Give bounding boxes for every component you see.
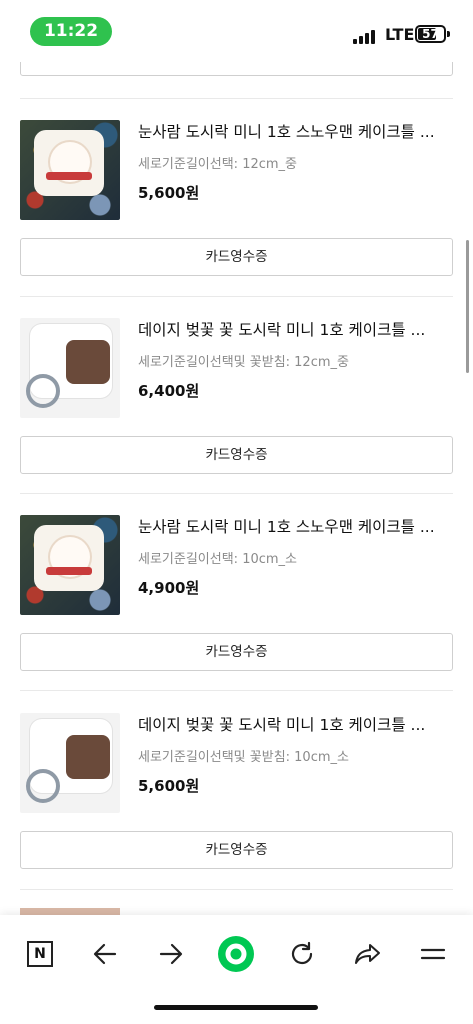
product-title[interactable]: 눈사람 도시락 미니 1호 스노우맨 케이크틀 ... [138,515,458,537]
product-thumbnail[interactable] [20,515,120,615]
product-option: 세로기준길이선택및 꽃받침: 12cm_중 [138,355,349,370]
divider [20,98,453,99]
product-thumbnail[interactable] [20,713,120,813]
list-item: 눈사람 도시락 미니 1호 스노우맨 케이크틀 ... 세로기준길이선택: 10… [0,515,473,671]
product-thumbnail[interactable] [20,318,120,418]
card-receipt-button[interactable]: 카드영수증 [20,831,453,869]
back-arrow-icon[interactable] [85,934,125,974]
list-item: 데이지 벚꽃 꽃 도시락 미니 1호 케이크틀 ... 세로기준길이선택및 꽃받… [0,713,473,869]
battery-icon: 57 [415,25,446,43]
product-thumbnail[interactable] [20,120,120,220]
share-icon[interactable] [348,934,388,974]
divider [20,690,453,691]
product-thumbnail-partial[interactable] [20,908,120,915]
divider [20,889,453,890]
divider [20,493,453,494]
product-price: 4,900원 [138,579,200,597]
card-receipt-button[interactable]: 카드영수증 [20,436,453,474]
product-option: 세로기준길이선택: 12cm_중 [138,157,298,172]
product-price: 5,600원 [138,777,200,795]
divider [20,296,453,297]
network-label: LTE [385,25,415,44]
card-receipt-button[interactable]: 카드영수증 [20,633,453,671]
home-indicator [154,1005,318,1010]
refresh-icon[interactable] [282,934,322,974]
card-receipt-button[interactable]: 카드영수증 [20,238,453,276]
list-item: 눈사람 도시락 미니 1호 스노우맨 케이크틀 ... 세로기준길이선택: 12… [0,120,473,276]
green-circle-home-icon[interactable] [216,934,256,974]
naver-n-icon[interactable]: N [20,934,60,974]
order-list: 눈사람 도시락 미니 1호 스노우맨 케이크틀 ... 세로기준길이선택: 12… [0,0,473,915]
status-time: 11:22 [30,17,112,46]
battery-cap [447,31,450,37]
product-option: 세로기준길이선택: 10cm_소 [138,552,298,567]
forward-arrow-icon[interactable] [151,934,191,974]
menu-icon[interactable] [413,934,453,974]
product-price: 5,600원 [138,184,200,202]
product-title[interactable]: 데이지 벚꽃 꽃 도시락 미니 1호 케이크틀 ... [138,318,458,340]
product-price: 6,400원 [138,382,200,400]
product-title[interactable]: 눈사람 도시락 미니 1호 스노우맨 케이크틀 ... [138,120,458,142]
status-bar: 11:22 LTE 57 [0,0,473,62]
list-item: 데이지 벚꽃 꽃 도시락 미니 1호 케이크틀 ... 세로기준길이선택및 꽃받… [0,318,473,474]
product-option: 세로기준길이선택및 꽃받침: 10cm_소 [138,750,349,765]
scrollbar[interactable] [466,240,469,373]
product-title[interactable]: 데이지 벚꽃 꽃 도시락 미니 1호 케이크틀 ... [138,713,458,735]
battery-level: 57 [422,27,439,41]
signal-icon [353,30,375,44]
